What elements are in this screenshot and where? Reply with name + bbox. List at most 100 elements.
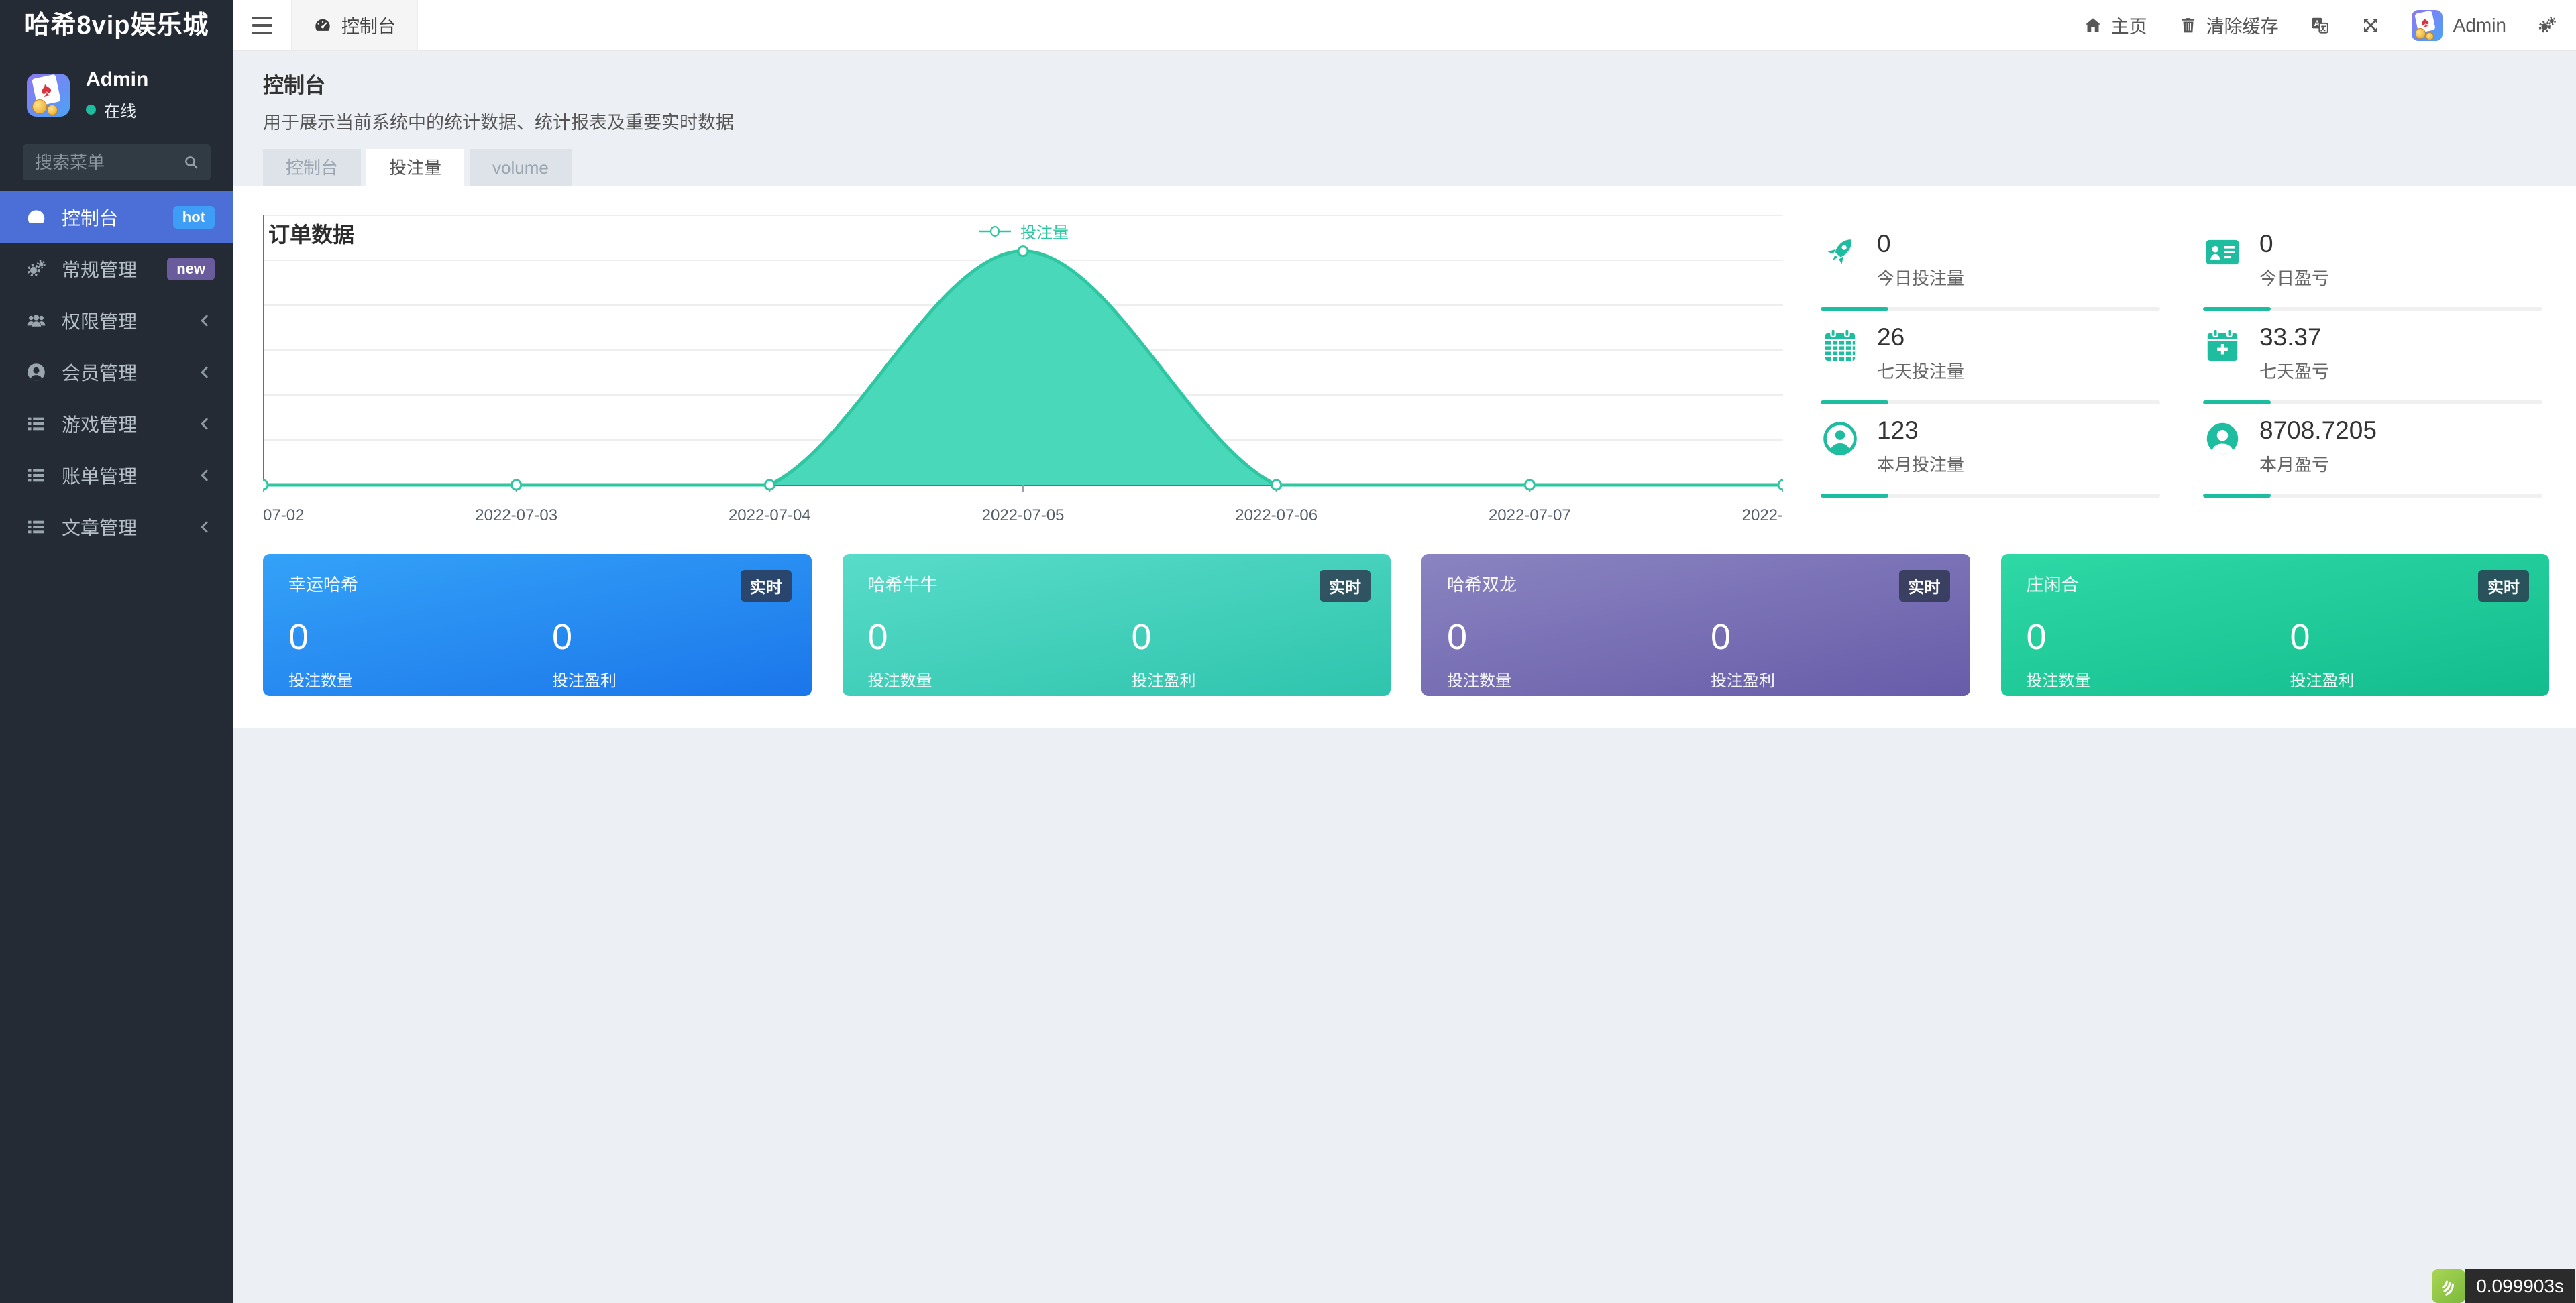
stat-value: 123 [1877,416,1964,445]
app-title: 哈希8vip娱乐城 [0,0,233,51]
game-card-hash-dragons: 哈希双龙 实时 0 投注数量 0 投注盈利 [1421,554,1970,696]
request-time-badge: 0.099903s [2465,1269,2575,1303]
translate-icon[interactable]: A [2310,15,2330,36]
topbar: 控制台 主页 清除缓存 A ♠ Admin [233,0,2576,51]
debug-toolbar[interactable]: 0.099903s [2432,1269,2575,1303]
bet-count-value: 0 [288,616,552,658]
chart-legend[interactable]: 投注量 [977,219,1069,243]
legend-label: 投注量 [1020,219,1069,243]
game-card-title: 幸运哈希 [288,571,786,596]
tab-dashboard[interactable]: 控制台 [291,0,418,50]
order-chart: 订单数据 投注量 2022-07-022022-07-032022-07-042… [263,211,1783,543]
topbar-user-name: Admin [2453,15,2506,36]
avatar: ♠ [2412,10,2443,41]
stat-label: 七天投注量 [1877,358,1964,383]
stat-month-volume: 123 本月投注量 [1821,404,2160,498]
user-outline-icon [1821,419,1860,458]
sidebar-item-label: 会员管理 [62,359,137,386]
stat-value: 33.37 [2259,323,2329,351]
search-icon[interactable] [182,154,200,171]
x-axis-label: 2022-07-03 [475,506,557,525]
sidebar-item-label: 常规管理 [62,256,137,282]
list-icon [25,516,47,538]
bet-profit-label: 投注盈利 [1131,667,1195,691]
bet-count-label: 投注数量 [2027,667,2290,691]
stat-value: 26 [1877,323,1964,351]
settings-gears-icon[interactable] [2537,15,2557,36]
game-card-lucky-hash: 幸运哈希 实时 0 投注数量 0 投注盈利 [263,554,812,696]
home-icon [2083,15,2103,36]
rocket-icon [1821,233,1860,272]
sidebar-item-articles[interactable]: 文章管理 [0,501,233,553]
sidebar-item-label: 文章管理 [62,514,137,541]
sidebar: 哈希8vip娱乐城 ♠ Admin 在线 控制台 hot [0,0,233,1303]
x-axis-label: 2022-07-07 [1489,506,1571,525]
chevron-left-icon [195,465,215,486]
bet-profit-value: 0 [2290,616,2354,658]
page-subtitle: 用于展示当前系统中的统计数据、统计报表及重要实时数据 [263,108,2576,134]
realtime-badge: 实时 [2478,570,2529,602]
sidebar-user-panel: ♠ Admin 在线 [0,51,233,128]
page-title: 控制台 [263,68,2576,99]
fullscreen-icon[interactable] [2361,15,2381,36]
stat-week-volume: 26 七天投注量 [1821,311,2160,404]
bet-profit-label: 投注盈利 [1711,667,1775,691]
legend-line-marker-icon [977,226,1012,237]
id-card-icon [2203,233,2242,272]
stat-today-profit: 0 今日盈亏 [2203,218,2542,311]
list-icon [25,465,47,486]
stat-value: 8708.7205 [2259,416,2377,445]
bet-count-value: 0 [868,616,1132,658]
sidebar-item-label: 账单管理 [62,462,137,489]
menu-toggle-button[interactable] [233,0,291,50]
bet-count-label: 投注数量 [288,667,552,691]
user-menu[interactable]: ♠ Admin [2412,10,2506,41]
sidebar-item-games[interactable]: 游戏管理 [0,398,233,449]
sidebar-item-members[interactable]: 会员管理 [0,346,233,398]
dashboard-icon [25,207,47,228]
chevron-left-icon [195,310,215,331]
new-badge: new [167,258,215,280]
hot-badge: hot [173,206,215,229]
realtime-badge: 实时 [1320,570,1371,602]
stat-label: 本月投注量 [1877,451,1964,476]
chevron-left-icon [195,362,215,382]
x-axis-label: 2022-07-04 [729,506,811,525]
game-cards-row: 幸运哈希 实时 0 投注数量 0 投注盈利 哈希牛牛 实时 [263,554,2549,696]
thinkphp-logo-icon [2432,1269,2465,1303]
chevron-left-icon [195,414,215,434]
game-card-title: 庄闲合 [2027,571,2524,596]
sidebar-item-dashboard[interactable]: 控制台 hot [0,191,233,243]
tab-bet-volume[interactable]: 投注量 [366,149,464,196]
avatar: ♠ [27,74,70,117]
tab-volume[interactable]: volume [470,149,572,186]
bet-profit-value: 0 [1711,616,1775,658]
bet-profit-value: 0 [1131,616,1195,658]
realtime-badge: 实时 [741,570,792,602]
sidebar-item-general[interactable]: 常规管理 new [0,243,233,294]
stat-label: 今日投注量 [1877,265,1964,290]
x-axis-label: 2022-07-06 [1235,506,1318,525]
x-axis-label: 2022-07-05 [982,506,1065,525]
clear-cache-button[interactable]: 清除缓存 [2178,12,2279,38]
bet-profit-value: 0 [552,616,616,658]
home-link[interactable]: 主页 [2083,12,2147,38]
stat-label: 七天盈亏 [2259,358,2329,383]
stat-value: 0 [1877,230,1964,258]
user-solid-icon [2203,419,2242,458]
tab-label: 控制台 [341,12,396,38]
sidebar-item-bills[interactable]: 账单管理 [0,449,233,501]
stat-month-profit: 8708.7205 本月盈亏 [2203,404,2542,498]
stat-label: 本月盈亏 [2259,451,2377,476]
online-status-dot [86,105,96,115]
chart-title: 订单数据 [268,218,354,249]
tab-content-panel: 订单数据 投注量 2022-07-022022-07-032022-07-042… [233,186,2576,728]
stats-panel: 0 今日投注量 0 今日盈亏 [1783,211,2549,543]
trash-icon [2178,15,2198,36]
sidebar-item-permissions[interactable]: 权限管理 [0,294,233,346]
gears-icon [25,258,47,280]
user-circle-icon [25,361,47,383]
tab-console[interactable]: 控制台 [263,149,361,186]
sidebar-search [23,144,211,180]
bet-count-label: 投注数量 [868,667,1132,691]
